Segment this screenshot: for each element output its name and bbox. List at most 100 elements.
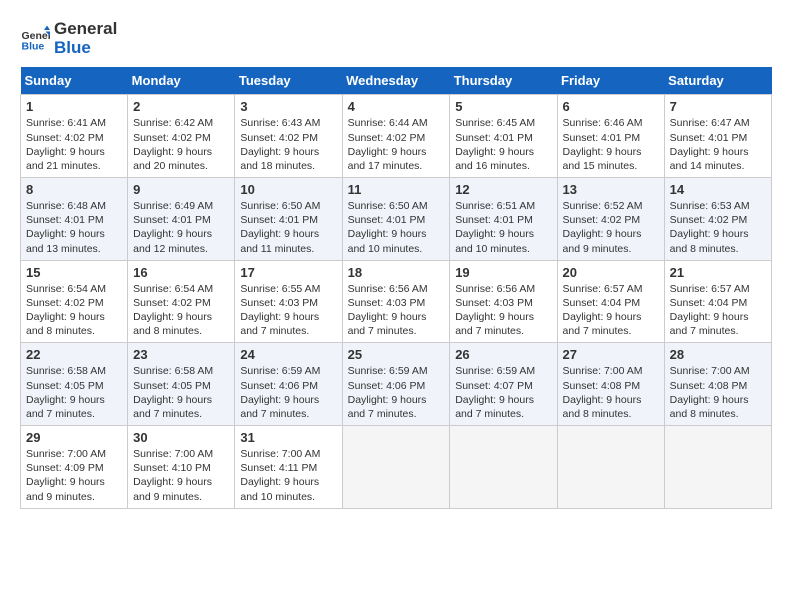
- calendar-header-row: SundayMondayTuesdayWednesdayThursdayFrid…: [21, 67, 772, 95]
- calendar-cell: 20Sunrise: 6:57 AMSunset: 4:04 PMDayligh…: [557, 260, 664, 343]
- calendar-cell: 3 Sunrise: 6:43 AMSunset: 4:02 PMDaylight…: [235, 95, 342, 178]
- calendar-cell: 25Sunrise: 6:59 AMSunset: 4:06 PMDayligh…: [342, 343, 450, 426]
- day-info: Sunrise: 6:48 AMSunset: 4:01 PMDaylight:…: [26, 199, 122, 256]
- calendar-cell: 7 Sunrise: 6:47 AMSunset: 4:01 PMDaylight…: [664, 95, 771, 178]
- col-header-tuesday: Tuesday: [235, 67, 342, 95]
- calendar-cell: 10Sunrise: 6:50 AMSunset: 4:01 PMDayligh…: [235, 178, 342, 261]
- calendar-cell: 28 Sunrise: 7:00 AMSunset: 4:08 PMDayligh…: [664, 343, 771, 426]
- logo-icon: General Blue: [20, 24, 50, 54]
- calendar-week-row: 22 Sunrise: 6:58 AMSunset: 4:05 PMDayligh…: [21, 343, 772, 426]
- col-header-monday: Monday: [128, 67, 235, 95]
- day-number: 29: [26, 430, 122, 445]
- calendar-cell: 23 Sunrise: 6:58 AMSunset: 4:05 PMDayligh…: [128, 343, 235, 426]
- day-number: 25: [348, 347, 445, 362]
- day-number: 7: [670, 99, 766, 114]
- calendar-table: SundayMondayTuesdayWednesdayThursdayFrid…: [20, 67, 772, 508]
- day-number: 8: [26, 182, 122, 197]
- calendar-week-row: 1Sunrise: 6:41 AMSunset: 4:02 PMDaylight…: [21, 95, 772, 178]
- day-info: Sunrise: 6:58 AMSunset: 4:05 PMDaylight:…: [26, 364, 122, 421]
- day-info: Sunrise: 6:54 AMSunset: 4:02 PMDaylight:…: [26, 282, 122, 339]
- day-info: Sunrise: 6:49 AMSunset: 4:01 PMDaylight:…: [133, 199, 229, 256]
- day-info: Sunrise: 7:00 AMSunset: 4:08 PMDaylight:…: [670, 364, 766, 421]
- day-info: Sunrise: 6:47 AMSunset: 4:01 PMDaylight:…: [670, 116, 766, 173]
- calendar-cell: 19 Sunrise: 6:56 AMSunset: 4:03 PMDayligh…: [450, 260, 557, 343]
- day-number: 31: [240, 430, 336, 445]
- calendar-cell: 15 Sunrise: 6:54 AMSunset: 4:02 PMDayligh…: [21, 260, 128, 343]
- day-number: 14: [670, 182, 766, 197]
- col-header-friday: Friday: [557, 67, 664, 95]
- day-number: 9: [133, 182, 229, 197]
- calendar-cell: 4 Sunrise: 6:44 AMSunset: 4:02 PMDaylight…: [342, 95, 450, 178]
- day-number: 11: [348, 182, 445, 197]
- day-number: 22: [26, 347, 122, 362]
- calendar-cell: 1Sunrise: 6:41 AMSunset: 4:02 PMDaylight…: [21, 95, 128, 178]
- calendar-cell: [557, 426, 664, 509]
- day-info: Sunrise: 6:51 AMSunset: 4:01 PMDaylight:…: [455, 199, 551, 256]
- calendar-cell: 5Sunrise: 6:45 AMSunset: 4:01 PMDaylight…: [450, 95, 557, 178]
- day-info: Sunrise: 6:57 AMSunset: 4:04 PMDaylight:…: [563, 282, 659, 339]
- day-info: Sunrise: 6:57 AMSunset: 4:04 PMDaylight:…: [670, 282, 766, 339]
- calendar-cell: 21 Sunrise: 6:57 AMSunset: 4:04 PMDayligh…: [664, 260, 771, 343]
- day-info: Sunrise: 6:56 AMSunset: 4:03 PMDaylight:…: [455, 282, 551, 339]
- day-number: 26: [455, 347, 551, 362]
- day-info: Sunrise: 6:56 AMSunset: 4:03 PMDaylight:…: [348, 282, 445, 339]
- calendar-cell: 11 Sunrise: 6:50 AMSunset: 4:01 PMDayligh…: [342, 178, 450, 261]
- day-number: 2: [133, 99, 229, 114]
- day-number: 19: [455, 265, 551, 280]
- day-number: 4: [348, 99, 445, 114]
- day-info: Sunrise: 7:00 AMSunset: 4:11 PMDaylight:…: [240, 447, 336, 504]
- calendar-cell: 22 Sunrise: 6:58 AMSunset: 4:05 PMDayligh…: [21, 343, 128, 426]
- logo: General Blue General Blue: [20, 20, 117, 57]
- calendar-cell: 13 Sunrise: 6:52 AMSunset: 4:02 PMDayligh…: [557, 178, 664, 261]
- calendar-cell: 18 Sunrise: 6:56 AMSunset: 4:03 PMDayligh…: [342, 260, 450, 343]
- day-info: Sunrise: 6:50 AMSunset: 4:01 PMDaylight:…: [348, 199, 445, 256]
- day-info: Sunrise: 6:43 AMSunset: 4:02 PMDaylight:…: [240, 116, 336, 173]
- calendar-week-row: 29 Sunrise: 7:00 AMSunset: 4:09 PMDayligh…: [21, 426, 772, 509]
- col-header-saturday: Saturday: [664, 67, 771, 95]
- day-number: 21: [670, 265, 766, 280]
- day-info: Sunrise: 6:46 AMSunset: 4:01 PMDaylight:…: [563, 116, 659, 173]
- calendar-cell: 6 Sunrise: 6:46 AMSunset: 4:01 PMDaylight…: [557, 95, 664, 178]
- page-header: General Blue General Blue: [20, 20, 772, 57]
- calendar-week-row: 15 Sunrise: 6:54 AMSunset: 4:02 PMDayligh…: [21, 260, 772, 343]
- calendar-cell: [450, 426, 557, 509]
- day-info: Sunrise: 6:58 AMSunset: 4:05 PMDaylight:…: [133, 364, 229, 421]
- day-info: Sunrise: 6:45 AMSunset: 4:01 PMDaylight:…: [455, 116, 551, 173]
- day-info: Sunrise: 6:53 AMSunset: 4:02 PMDaylight:…: [670, 199, 766, 256]
- day-info: Sunrise: 6:59 AMSunset: 4:07 PMDaylight:…: [455, 364, 551, 421]
- day-number: 3: [240, 99, 336, 114]
- svg-text:Blue: Blue: [22, 40, 45, 52]
- day-number: 28: [670, 347, 766, 362]
- day-info: Sunrise: 7:00 AMSunset: 4:08 PMDaylight:…: [563, 364, 659, 421]
- calendar-cell: 8 Sunrise: 6:48 AMSunset: 4:01 PMDaylight…: [21, 178, 128, 261]
- col-header-thursday: Thursday: [450, 67, 557, 95]
- logo-blue: Blue: [54, 39, 117, 58]
- col-header-wednesday: Wednesday: [342, 67, 450, 95]
- day-info: Sunrise: 7:00 AMSunset: 4:10 PMDaylight:…: [133, 447, 229, 504]
- day-info: Sunrise: 6:52 AMSunset: 4:02 PMDaylight:…: [563, 199, 659, 256]
- calendar-cell: 26 Sunrise: 6:59 AMSunset: 4:07 PMDayligh…: [450, 343, 557, 426]
- day-number: 13: [563, 182, 659, 197]
- calendar-cell: 29 Sunrise: 7:00 AMSunset: 4:09 PMDayligh…: [21, 426, 128, 509]
- day-number: 12: [455, 182, 551, 197]
- day-number: 30: [133, 430, 229, 445]
- day-info: Sunrise: 6:44 AMSunset: 4:02 PMDaylight:…: [348, 116, 445, 173]
- calendar-cell: [342, 426, 450, 509]
- calendar-cell: 9 Sunrise: 6:49 AMSunset: 4:01 PMDaylight…: [128, 178, 235, 261]
- day-info: Sunrise: 7:00 AMSunset: 4:09 PMDaylight:…: [26, 447, 122, 504]
- calendar-cell: 31 Sunrise: 7:00 AMSunset: 4:11 PMDayligh…: [235, 426, 342, 509]
- day-number: 15: [26, 265, 122, 280]
- calendar-cell: 17Sunrise: 6:55 AMSunset: 4:03 PMDayligh…: [235, 260, 342, 343]
- calendar-cell: 27 Sunrise: 7:00 AMSunset: 4:08 PMDayligh…: [557, 343, 664, 426]
- calendar-cell: [664, 426, 771, 509]
- calendar-week-row: 8 Sunrise: 6:48 AMSunset: 4:01 PMDaylight…: [21, 178, 772, 261]
- day-info: Sunrise: 6:59 AMSunset: 4:06 PMDaylight:…: [240, 364, 336, 421]
- calendar-cell: 24Sunrise: 6:59 AMSunset: 4:06 PMDayligh…: [235, 343, 342, 426]
- day-number: 18: [348, 265, 445, 280]
- day-number: 27: [563, 347, 659, 362]
- calendar-cell: 30 Sunrise: 7:00 AMSunset: 4:10 PMDayligh…: [128, 426, 235, 509]
- calendar-cell: 16Sunrise: 6:54 AMSunset: 4:02 PMDayligh…: [128, 260, 235, 343]
- day-number: 23: [133, 347, 229, 362]
- day-number: 6: [563, 99, 659, 114]
- day-info: Sunrise: 6:54 AMSunset: 4:02 PMDaylight:…: [133, 282, 229, 339]
